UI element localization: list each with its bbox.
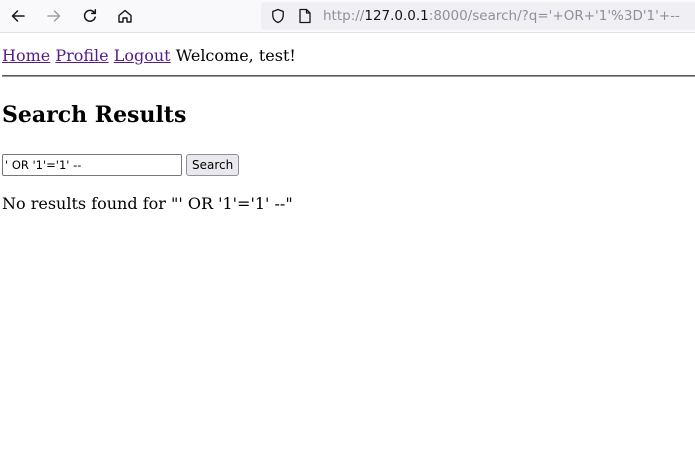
url-host: 127.0.0.1 [364,8,429,24]
site-nav: Home Profile Logout Welcome, test! [2,46,296,66]
home-icon [118,9,132,23]
page-title: Search Results [2,102,187,128]
url-prefix: http:// [323,8,365,24]
back-button[interactable] [5,4,31,28]
page-content: Home Profile Logout Welcome, test! Searc… [0,34,695,463]
shield-icon[interactable] [269,7,287,25]
reload-icon [83,9,97,22]
page-icon[interactable] [296,7,314,25]
browser-toolbar: http://127.0.0.1:8000/search/?q='+OR+'1'… [0,0,695,33]
url-text[interactable]: http://127.0.0.1:8000/search/?q='+OR+'1'… [323,7,680,25]
results-message: No results found for "' OR '1'='1' --" [2,194,293,213]
nav-link-home[interactable]: Home [2,46,50,65]
arrow-right-icon [47,10,61,22]
nav-link-profile[interactable]: Profile [55,46,108,65]
welcome-text: Welcome, test! [175,46,296,65]
url-rest: :8000/search/?q='+OR+'1'%3D'1'+-- [428,8,680,24]
home-button[interactable] [112,4,138,28]
search-input[interactable] [2,154,182,176]
reload-button[interactable] [77,4,103,28]
arrow-left-icon [11,10,25,22]
divider [2,75,695,77]
url-bar[interactable]: http://127.0.0.1:8000/search/?q='+OR+'1'… [261,2,695,30]
nav-link-logout[interactable]: Logout [114,46,171,65]
search-button[interactable]: Search [186,154,240,176]
forward-button[interactable] [41,4,67,28]
